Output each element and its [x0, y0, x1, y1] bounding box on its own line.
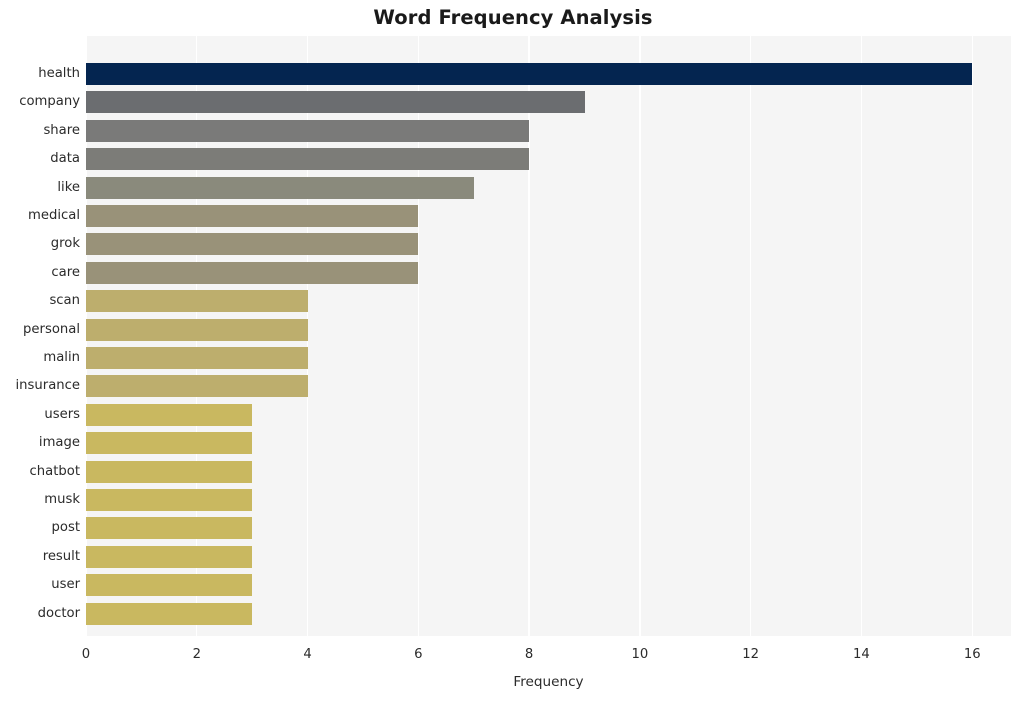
y-tick-label-data: data — [50, 151, 80, 167]
x-tick-label-6: 6 — [414, 647, 423, 662]
chart-figure: Word Frequency Analysis health company sha… — [0, 0, 1026, 701]
y-tick-label-image: image — [38, 435, 80, 451]
bar-malin[interactable] — [86, 347, 308, 369]
y-tick-label-post: post — [51, 520, 80, 536]
bar-like[interactable] — [86, 176, 474, 199]
bar-doctor[interactable] — [86, 602, 253, 625]
y-tick-label-grok: grok — [50, 236, 80, 252]
y-tick-label-user: user — [51, 577, 80, 593]
gridline-x-10 — [639, 36, 641, 636]
bar-user[interactable] — [86, 574, 253, 597]
bar-care[interactable] — [86, 261, 419, 284]
bar-post[interactable] — [86, 517, 253, 540]
bar-musk[interactable] — [86, 489, 253, 511]
y-tick-label-company: company — [19, 94, 80, 110]
x-tick-label-2: 2 — [192, 647, 201, 662]
bar-medical[interactable] — [86, 205, 419, 227]
bar-health[interactable] — [86, 63, 973, 85]
bar-image[interactable] — [86, 432, 253, 455]
x-axis-tick-labels: 0 2 4 6 8 10 12 14 16 — [0, 636, 1026, 666]
y-tick-label-like: like — [57, 179, 80, 195]
y-tick-label-care: care — [51, 264, 80, 280]
plot-area — [86, 36, 1011, 636]
y-tick-label-chatbot: chatbot — [29, 463, 80, 479]
y-tick-label-insurance: insurance — [15, 378, 80, 394]
x-tick-label-8: 8 — [524, 647, 534, 662]
bar-users[interactable] — [86, 403, 253, 426]
y-tick-label-scan: scan — [49, 293, 80, 309]
bar-company[interactable] — [86, 91, 585, 114]
y-tick-label-doctor: doctor — [37, 605, 80, 621]
y-axis-tick-labels: health company share data like medical grok car… — [0, 36, 80, 636]
y-tick-label-share: share — [43, 122, 80, 138]
gridline-x-16 — [971, 36, 973, 636]
x-tick-label-16: 16 — [963, 647, 981, 662]
y-tick-label-medical: medical — [28, 208, 80, 223]
y-tick-label-malin: malin — [43, 350, 80, 365]
bar-insurance[interactable] — [86, 375, 308, 398]
y-tick-label-users: users — [44, 406, 80, 422]
bar-grok[interactable] — [86, 233, 419, 256]
y-tick-label-personal: personal — [23, 321, 80, 337]
bar-result[interactable] — [86, 545, 253, 568]
x-tick-label-4: 4 — [303, 647, 312, 662]
bar-chatbot[interactable] — [86, 460, 253, 483]
x-tick-label-12: 12 — [742, 647, 760, 662]
x-tick-label-10: 10 — [631, 647, 649, 662]
bar-personal[interactable] — [86, 318, 308, 341]
y-tick-label-result: result — [42, 548, 80, 564]
chart-title: Word Frequency Analysis — [373, 6, 653, 29]
gridline-x-14 — [860, 36, 863, 636]
x-axis-title: Frequency — [513, 674, 584, 690]
y-tick-label-musk: musk — [44, 492, 80, 507]
bar-scan[interactable] — [86, 290, 308, 313]
bar-share[interactable] — [86, 119, 530, 142]
x-tick-label-14: 14 — [853, 647, 870, 662]
x-tick-label-0: 0 — [81, 647, 91, 662]
gridline-x-12 — [749, 36, 752, 636]
y-tick-label-health: health — [38, 66, 80, 81]
bar-data[interactable] — [86, 148, 530, 171]
